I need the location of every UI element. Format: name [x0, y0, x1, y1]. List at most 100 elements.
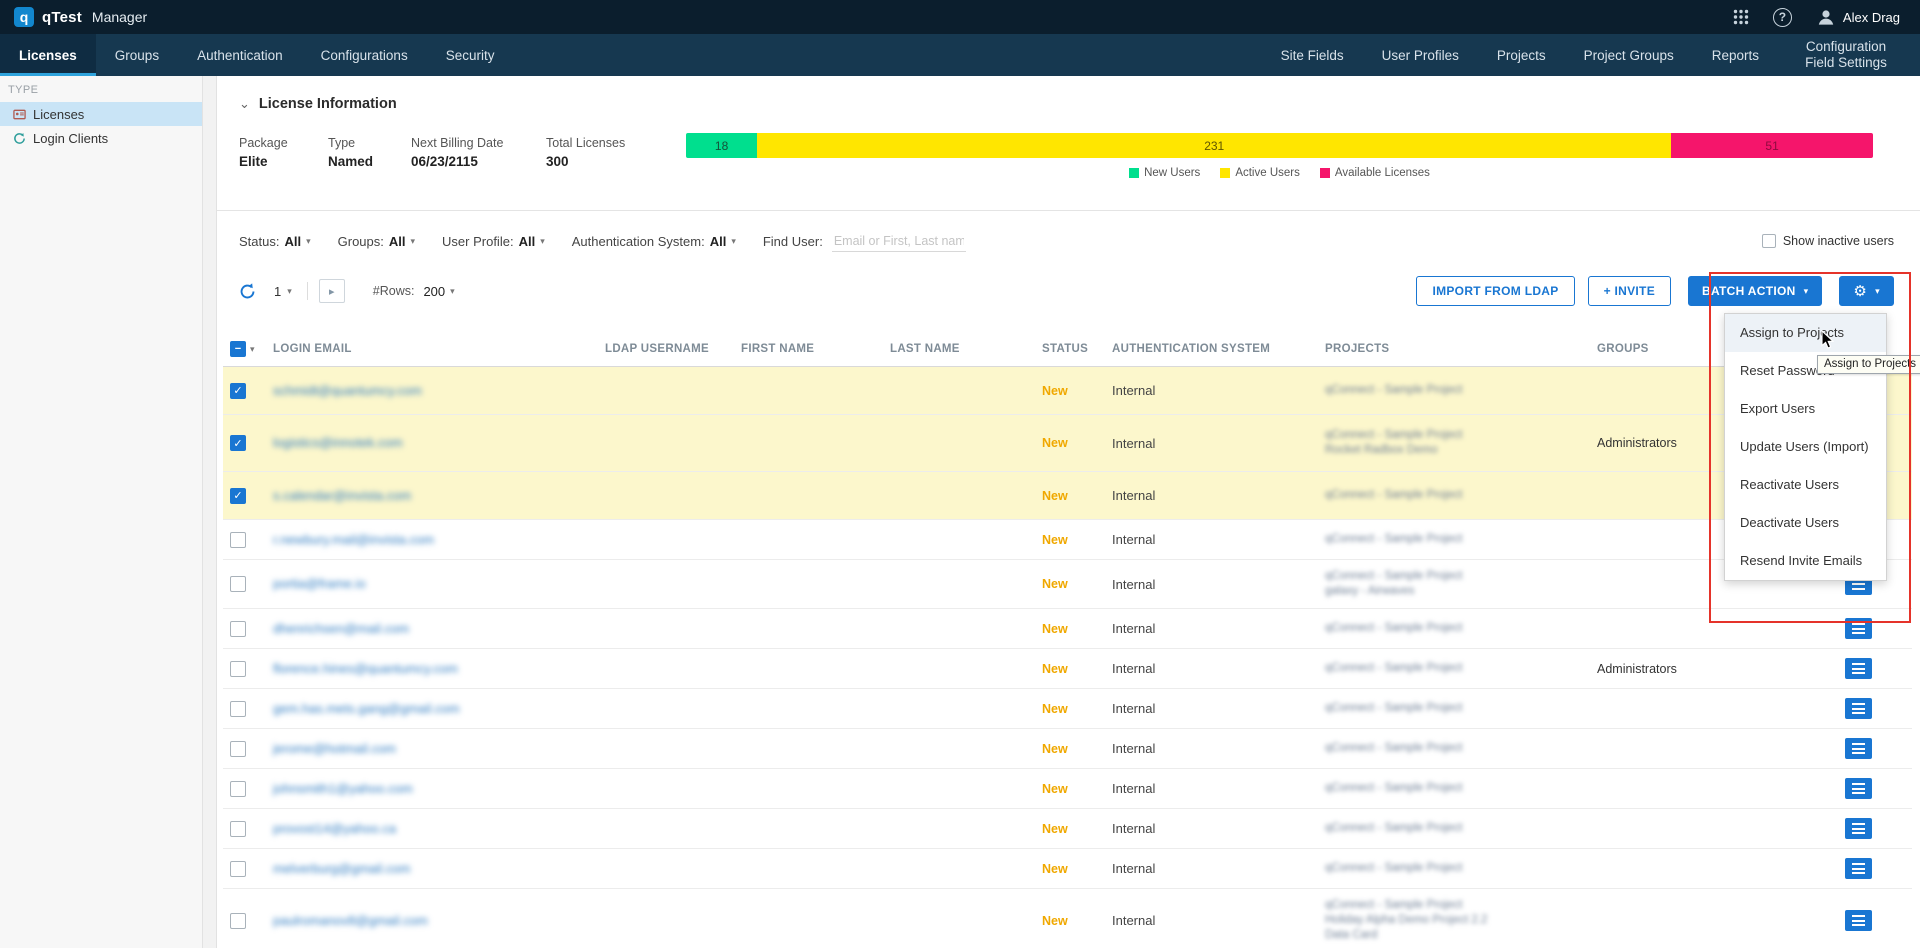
app-grid-icon[interactable]	[1733, 9, 1749, 25]
menu-item-export-users[interactable]: Export Users	[1725, 390, 1886, 428]
invite-button[interactable]: + INVITE	[1588, 276, 1671, 306]
project-link[interactable]: Holiday Alpha Demo Project 2.2	[1325, 913, 1593, 928]
project-link[interactable]: qConnect - Sample Project	[1325, 898, 1593, 913]
row-menu-button[interactable]	[1845, 618, 1872, 639]
col-ldap-username[interactable]: LDAP USERNAME	[601, 343, 737, 355]
login-email-link[interactable]: dhenrichsen@mail.com	[273, 621, 409, 636]
project-link[interactable]: qConnect - Sample Project	[1325, 821, 1593, 836]
row-checkbox[interactable]	[230, 576, 246, 592]
project-link[interactable]: qConnect - Sample Project	[1325, 861, 1593, 876]
row-checkbox[interactable]	[230, 701, 246, 717]
tab-configuration-field-settings[interactable]: Configuration Field Settings	[1778, 34, 1914, 76]
row-checkbox[interactable]	[230, 781, 246, 797]
row-checkbox[interactable]	[230, 861, 246, 877]
table-row[interactable]: jerome@hotmail.com New Internal qConnect…	[223, 729, 1912, 769]
col-status[interactable]: STATUS	[1038, 343, 1108, 355]
row-menu-button[interactable]	[1845, 658, 1872, 679]
login-email-link[interactable]: florence.hines@quantumcy.com	[273, 661, 458, 676]
tab-configurations[interactable]: Configurations	[302, 34, 427, 76]
menu-item-assign-to-projects[interactable]: Assign to Projects	[1725, 314, 1886, 352]
project-link[interactable]: qConnect - Sample Project	[1325, 569, 1593, 584]
project-link[interactable]: qConnect - Sample Project	[1325, 661, 1593, 676]
tab-projects[interactable]: Projects	[1478, 34, 1565, 76]
batch-action-button[interactable]: BATCH ACTION	[1688, 276, 1822, 306]
table-row[interactable]: melverburg@gmail.com New Internal qConne…	[223, 849, 1912, 889]
filter-groups[interactable]: Groups:All	[338, 234, 415, 249]
row-checkbox[interactable]	[230, 532, 246, 548]
tab-authentication[interactable]: Authentication	[178, 34, 302, 76]
row-checkbox[interactable]	[230, 821, 246, 837]
row-checkbox[interactable]	[230, 621, 246, 637]
user-menu[interactable]: Alex Drag	[1816, 7, 1900, 27]
project-link[interactable]: Data Card	[1325, 928, 1593, 943]
page-selector[interactable]: 1	[270, 284, 296, 299]
filter-status[interactable]: Status:All	[239, 234, 311, 249]
col-last-name[interactable]: LAST NAME	[886, 343, 1038, 355]
tab-project-groups[interactable]: Project Groups	[1565, 34, 1693, 76]
col-authentication-system[interactable]: AUTHENTICATION SYSTEM	[1108, 343, 1321, 355]
table-row[interactable]: s.calendar@invista.com New Internal qCon…	[223, 472, 1912, 520]
rows-per-page-selector[interactable]: 200	[423, 284, 454, 299]
table-row[interactable]: paulromanov8@gmail.com New Internal qCon…	[223, 889, 1912, 948]
row-checkbox[interactable]	[230, 435, 246, 451]
project-link[interactable]: qConnect - Sample Project	[1325, 741, 1593, 756]
login-email-link[interactable]: portia@frame.io	[273, 576, 366, 591]
project-link[interactable]: qConnect - Sample Project	[1325, 488, 1593, 503]
tab-site-fields[interactable]: Site Fields	[1262, 34, 1363, 76]
sidebar-item-licenses[interactable]: Licenses	[0, 102, 202, 126]
row-checkbox[interactable]	[230, 913, 246, 929]
project-link[interactable]: qConnect - Sample Project	[1325, 532, 1593, 547]
table-row[interactable]: r.newbury.mail@invista.com New Internal …	[223, 520, 1912, 560]
project-link[interactable]: qConnect - Sample Project	[1325, 383, 1593, 398]
login-email-link[interactable]: gem.has.mets.gang@gmail.com	[273, 701, 460, 716]
row-menu-button[interactable]	[1845, 910, 1872, 931]
menu-item-reactivate-users[interactable]: Reactivate Users	[1725, 466, 1886, 504]
show-inactive-toggle[interactable]: Show inactive users	[1762, 234, 1894, 248]
select-all-caret-icon[interactable]	[250, 344, 255, 355]
col-login-email[interactable]: LOGIN EMAIL	[269, 343, 601, 355]
table-row[interactable]: johnsmith1@yahoo.com New Internal qConne…	[223, 769, 1912, 809]
row-checkbox[interactable]	[230, 383, 246, 399]
row-menu-button[interactable]	[1845, 858, 1872, 879]
menu-item-update-users-import[interactable]: Update Users (Import)	[1725, 428, 1886, 466]
table-row[interactable]: dhenrichsen@mail.com New Internal qConne…	[223, 609, 1912, 649]
sidebar-item-login-clients[interactable]: Login Clients	[0, 126, 202, 150]
login-email-link[interactable]: paulromanov8@gmail.com	[273, 913, 428, 928]
table-row[interactable]: florence.hines@quantumcy.com New Interna…	[223, 649, 1912, 689]
refresh-icon[interactable]	[239, 283, 256, 300]
login-email-link[interactable]: r.newbury.mail@invista.com	[273, 532, 434, 547]
row-menu-button[interactable]	[1845, 698, 1872, 719]
login-email-link[interactable]: jerome@hotmail.com	[273, 741, 396, 756]
project-link[interactable]: qConnect - Sample Project	[1325, 781, 1593, 796]
tab-groups[interactable]: Groups	[96, 34, 178, 76]
menu-item-deactivate-users[interactable]: Deactivate Users	[1725, 504, 1886, 542]
menu-item-resend-invite-emails[interactable]: Resend Invite Emails	[1725, 542, 1886, 580]
filter-user-profile[interactable]: User Profile:All	[442, 234, 545, 249]
select-all-checkbox[interactable]	[230, 341, 246, 357]
row-checkbox[interactable]	[230, 661, 246, 677]
help-icon[interactable]	[1773, 8, 1792, 27]
table-row[interactable]: gem.has.mets.gang@gmail.com New Internal…	[223, 689, 1912, 729]
project-link[interactable]: qConnect - Sample Project	[1325, 428, 1593, 443]
settings-gear-button[interactable]	[1839, 276, 1894, 306]
row-menu-button[interactable]	[1845, 738, 1872, 759]
collapse-chevron-icon[interactable]	[239, 96, 250, 112]
import-from-ldap-button[interactable]: IMPORT FROM LDAP	[1416, 276, 1574, 306]
row-checkbox[interactable]	[230, 741, 246, 757]
login-email-link[interactable]: johnsmith1@yahoo.com	[273, 781, 413, 796]
filter-authentication-system[interactable]: Authentication System:All	[572, 234, 736, 249]
login-email-link[interactable]: melverburg@gmail.com	[273, 861, 410, 876]
table-row[interactable]: provost14@yahoo.ca New Internal qConnect…	[223, 809, 1912, 849]
find-user-input[interactable]	[832, 231, 966, 252]
table-row[interactable]: portia@frame.io New Internal qConnect - …	[223, 560, 1912, 609]
login-email-link[interactable]: logistics@innotek.com	[273, 435, 403, 450]
row-menu-button[interactable]	[1845, 778, 1872, 799]
col-projects[interactable]: PROJECTS	[1321, 343, 1593, 355]
login-email-link[interactable]: provost14@yahoo.ca	[273, 821, 396, 836]
project-link[interactable]: galaxy - Airwaves	[1325, 584, 1593, 599]
table-row[interactable]: logistics@innotek.com New Internal qConn…	[223, 415, 1912, 472]
col-first-name[interactable]: FIRST NAME	[737, 343, 886, 355]
table-row[interactable]: schmidt@quantumcy.com New Internal qConn…	[223, 367, 1912, 415]
sidebar-splitter[interactable]	[203, 76, 217, 948]
login-email-link[interactable]: schmidt@quantumcy.com	[273, 383, 422, 398]
